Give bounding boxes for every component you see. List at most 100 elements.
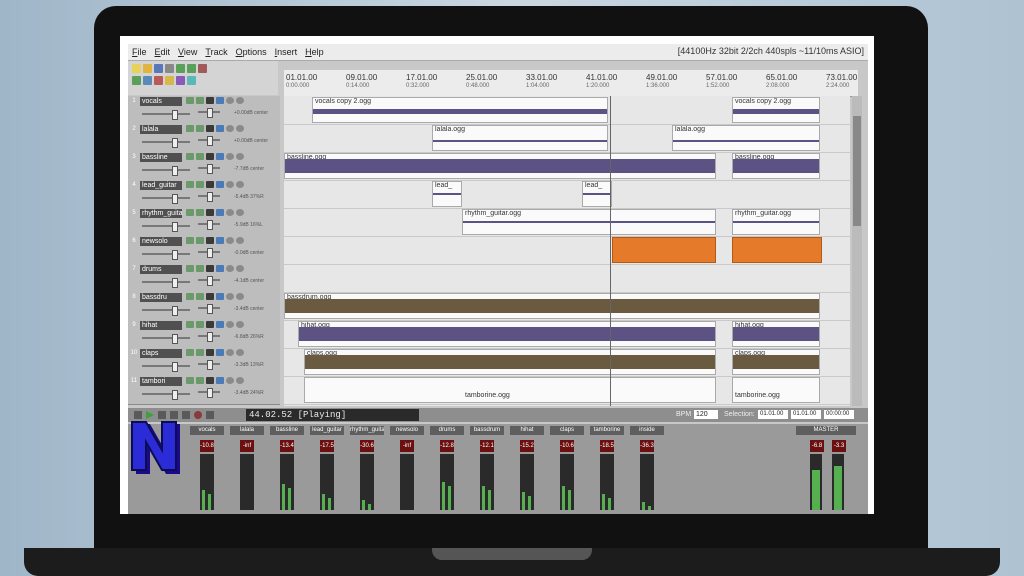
pan-knob[interactable] [207, 108, 213, 118]
pan-slider[interactable] [198, 388, 220, 398]
selection-end-field[interactable]: 01.01.00 [791, 410, 821, 419]
volume-fader[interactable] [142, 250, 190, 260]
clip[interactable]: vocals copy 2.ogg [732, 97, 820, 123]
fader-knob[interactable] [172, 250, 178, 260]
solo-icon[interactable] [236, 125, 244, 132]
record-arm-icon[interactable] [186, 321, 194, 328]
track-header[interactable]: 1 vocals +0.00dB center [128, 96, 280, 125]
fx-icon[interactable] [216, 321, 224, 328]
fader-knob[interactable] [172, 334, 178, 344]
envelope-icon[interactable] [206, 349, 214, 356]
mute-icon[interactable] [226, 265, 234, 272]
track-name[interactable]: lalala [140, 125, 182, 134]
pan-slider[interactable] [198, 136, 220, 146]
envelope-icon[interactable] [206, 265, 214, 272]
ripple-edit-icon[interactable] [154, 76, 163, 85]
track-header[interactable]: 7 drums -4.1dB center [128, 264, 280, 293]
track-header[interactable]: 8 bassdru -3.4dB center [128, 292, 280, 321]
record-arm-icon[interactable] [186, 153, 194, 160]
timeline-ruler[interactable]: 01.01.00 0:00.000 09.01.00 0:14.000 17.01.00… [284, 70, 858, 97]
fx-icon[interactable] [216, 209, 224, 216]
fader-knob[interactable] [172, 306, 178, 316]
fader-knob[interactable] [172, 278, 178, 288]
volume-fader[interactable] [142, 194, 190, 204]
clip[interactable]: bassline.ogg [732, 153, 820, 179]
scrollbar-thumb[interactable] [853, 116, 861, 226]
pan-knob[interactable] [207, 276, 213, 286]
mute-icon[interactable] [226, 97, 234, 104]
playhead[interactable] [610, 96, 611, 406]
track-name[interactable]: bassdru [140, 293, 182, 302]
menu-item[interactable]: View [174, 47, 201, 57]
volume-fader[interactable] [142, 110, 190, 120]
mixer-channel-name[interactable]: claps [550, 426, 584, 435]
mixer-channel-name[interactable]: inside [630, 426, 664, 435]
monitor-icon[interactable] [196, 293, 204, 300]
clip[interactable]: hihat.ogg [298, 321, 716, 347]
mixer-channel-name[interactable]: tamborine [590, 426, 624, 435]
pan-knob[interactable] [207, 248, 213, 258]
track-header[interactable]: 5 rhythm_guita -5.9dB 16%L [128, 208, 280, 237]
record-arm-icon[interactable] [186, 237, 194, 244]
solo-icon[interactable] [236, 237, 244, 244]
mixer-channel-name[interactable]: lead_guitar [310, 426, 344, 435]
monitor-icon[interactable] [196, 181, 204, 188]
pan-knob[interactable] [207, 164, 213, 174]
menu-item[interactable]: Insert [271, 47, 302, 57]
clip[interactable]: hihat.ogg [732, 321, 820, 347]
fx-icon[interactable] [216, 377, 224, 384]
fader-knob[interactable] [172, 222, 178, 232]
envelope-icon[interactable] [176, 76, 185, 85]
track-name[interactable]: hihat [140, 321, 182, 330]
save-icon[interactable] [154, 64, 163, 73]
pan-knob[interactable] [207, 220, 213, 230]
solo-icon[interactable] [236, 293, 244, 300]
clip[interactable]: rhythm_guitar.ogg [462, 209, 716, 235]
fx-icon[interactable] [216, 181, 224, 188]
solo-icon[interactable] [236, 181, 244, 188]
record-icon[interactable] [194, 411, 202, 419]
redo-icon[interactable] [187, 64, 196, 73]
track-header[interactable]: 3 bassline -7.7dB center [128, 152, 280, 181]
settings-icon[interactable] [165, 64, 174, 73]
fx-icon[interactable] [216, 237, 224, 244]
clip[interactable]: lead_ [582, 181, 612, 207]
track-name[interactable]: bassline [140, 153, 182, 162]
fader-knob[interactable] [172, 110, 178, 120]
track-header[interactable]: 4 lead_guitar -5.4dB 37%R [128, 180, 280, 209]
record-arm-icon[interactable] [186, 293, 194, 300]
mute-icon[interactable] [226, 349, 234, 356]
selection-start-field[interactable]: 01.01.00 [758, 410, 788, 419]
track-name[interactable]: vocals [140, 97, 182, 106]
track-header[interactable]: 10 claps -3.3dB 13%R [128, 348, 280, 377]
clip[interactable]: tamborine.ogg [304, 377, 716, 403]
track-header[interactable]: 2 lalala +0.00dB center [128, 124, 280, 153]
arrange-view[interactable]: vocals copy 2.ogg vocals copy 2.ogg lala… [284, 96, 850, 406]
pan-knob[interactable] [207, 136, 213, 146]
envelope-icon[interactable] [206, 237, 214, 244]
rewind-icon[interactable] [134, 411, 142, 419]
mute-icon[interactable] [226, 209, 234, 216]
fx-icon[interactable] [216, 265, 224, 272]
level-meter[interactable] [240, 454, 254, 510]
clip[interactable]: rhythm_guitar.ogg [732, 209, 820, 235]
stop-icon[interactable] [170, 411, 178, 419]
level-meter[interactable] [560, 454, 574, 510]
grid-icon[interactable] [132, 76, 141, 85]
level-meter[interactable] [400, 454, 414, 510]
mixer-channel-name[interactable]: bassdrum [470, 426, 504, 435]
crossfade-icon[interactable] [187, 76, 196, 85]
clip[interactable]: tamborine.ogg [732, 377, 820, 403]
solo-icon[interactable] [236, 265, 244, 272]
monitor-icon[interactable] [196, 321, 204, 328]
record-arm-icon[interactable] [186, 349, 194, 356]
pan-knob[interactable] [207, 192, 213, 202]
pan-slider[interactable] [198, 192, 220, 202]
lock-icon[interactable] [165, 76, 174, 85]
bpm-field[interactable]: 120 [694, 410, 718, 419]
undo-icon[interactable] [176, 64, 185, 73]
clip[interactable]: lead_ [432, 181, 462, 207]
monitor-icon[interactable] [196, 349, 204, 356]
pan-slider[interactable] [198, 108, 220, 118]
pan-slider[interactable] [198, 164, 220, 174]
